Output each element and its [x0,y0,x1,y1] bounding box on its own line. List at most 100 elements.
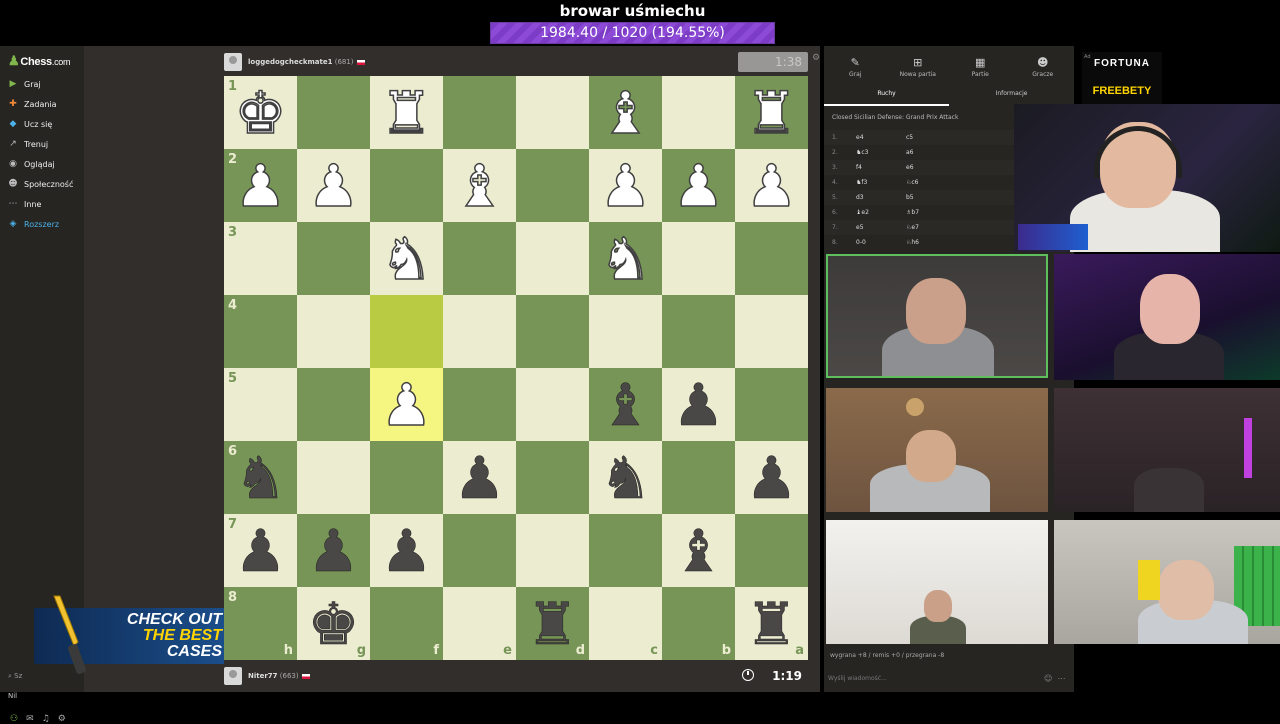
board-square[interactable] [443,222,516,295]
sidebar-item-rozszerz[interactable]: ◈ Rozszerz [8,216,60,232]
board-square[interactable]: 2 ♟ [224,149,297,222]
ad-banner[interactable]: Ad FORTUNA FREEBETY [1082,52,1162,106]
tab-gracze[interactable]: ☻ Gracze [1012,52,1075,86]
board-square[interactable]: 6 ♞ [224,441,297,514]
board-square[interactable]: ♞ [370,222,443,295]
board-square[interactable]: ♟ [297,514,370,587]
board-square[interactable]: 1 ♚ [224,76,297,149]
sidebar-item-graj[interactable]: ▶ Graj [8,76,41,92]
board-square[interactable] [516,76,589,149]
board-square[interactable] [735,368,808,441]
subtab-info[interactable]: Informacje [949,86,1074,106]
black-move[interactable]: a6 [906,149,956,156]
chess-logo[interactable]: ♟Chess.com [8,53,71,69]
messages-icon[interactable]: ✉ [26,714,34,724]
black-move[interactable]: ♘c6 [906,179,956,186]
top-player[interactable]: loggedogcheckmate1 (681) [224,52,365,72]
board-square[interactable]: 7 ♟ [224,514,297,587]
sidebar-item-oglądaj[interactable]: ◉ Oglądaj [8,156,55,172]
board-square[interactable] [297,222,370,295]
board-square[interactable] [370,295,443,368]
white-move[interactable]: e4 [856,134,906,141]
white-pawn-icon[interactable]: ♟ [599,156,653,216]
black-pawn-icon[interactable]: ♟ [453,448,506,507]
board-settings-icon[interactable]: ⚙ [812,53,820,63]
board-square[interactable]: ♟ [370,514,443,587]
tab-partie[interactable]: ▦ Partie [949,52,1012,86]
sidebar-item-trenuj[interactable]: ↗ Trenuj [8,136,48,152]
sidebar-user[interactable]: Nil [8,692,17,700]
board-square[interactable] [516,368,589,441]
board-square[interactable] [370,149,443,222]
board-square[interactable] [662,441,735,514]
board-square[interactable] [297,295,370,368]
board-square[interactable]: ♟ [443,441,516,514]
board-square[interactable] [443,514,516,587]
board-square[interactable]: 5 [224,368,297,441]
board-square[interactable] [443,76,516,149]
black-pawn-icon[interactable]: ♟ [745,448,798,507]
board-square[interactable]: ♟ [735,441,808,514]
board-square[interactable]: ♞ [589,441,662,514]
board-square[interactable]: d ♜ [516,587,589,660]
sidebar-item-ucz-się[interactable]: ◆ Ucz się [8,116,53,132]
tab-graj[interactable]: ✎ Graj [824,52,887,86]
board-square[interactable] [516,295,589,368]
black-move[interactable]: ♘e7 [906,224,956,231]
board-square[interactable]: ♟ [735,149,808,222]
board-square[interactable] [443,368,516,441]
board-square[interactable] [297,76,370,149]
board-square[interactable] [443,295,516,368]
white-pawn-icon[interactable]: ♟ [307,156,361,216]
black-rook-icon[interactable]: ♜ [745,594,798,653]
gear-icon[interactable]: ⚙ [58,714,66,724]
tab-nowa-partia[interactable]: ⊞ Nowa partia [887,52,950,86]
white-rook-icon[interactable]: ♜ [380,83,434,143]
black-knight-icon[interactable]: ♞ [599,448,652,507]
board-square[interactable] [297,368,370,441]
more-icon[interactable]: ⋯ [1057,674,1065,683]
board-square[interactable] [516,149,589,222]
sidebar-item-społeczność[interactable]: ☻ Społeczność [8,176,73,192]
sidebar-item-inne[interactable]: ⋯ Inne [8,196,42,212]
board-square[interactable] [516,514,589,587]
board-square[interactable]: ♝ [589,76,662,149]
white-move[interactable]: 0-0 [856,239,906,246]
black-move[interactable]: ♘h6 [906,239,956,246]
board-square[interactable] [662,295,735,368]
white-move[interactable]: ♞f3 [856,179,906,186]
white-move[interactable]: e5 [856,224,906,231]
bell-icon[interactable]: ♫ [42,714,50,724]
board-square[interactable]: 4 [224,295,297,368]
board-square[interactable] [735,222,808,295]
black-knight-icon[interactable]: ♞ [234,448,287,507]
black-pawn-icon[interactable]: ♟ [234,521,287,580]
board-square[interactable] [297,441,370,514]
board-square[interactable] [662,76,735,149]
board-square[interactable]: 3 [224,222,297,295]
black-bishop-icon[interactable]: ♝ [599,375,652,434]
white-bishop-icon[interactable]: ♝ [453,156,507,216]
white-move[interactable]: ♞c3 [856,149,906,156]
board-square[interactable]: f [370,587,443,660]
chat-input[interactable]: Wyślij wiadomość... [828,672,1068,686]
board-square[interactable]: ♞ [589,222,662,295]
white-move[interactable]: d3 [856,194,906,201]
board-square[interactable]: ♝ [589,368,662,441]
white-rook-icon[interactable]: ♜ [745,83,799,143]
sidebar-item-zadania[interactable]: ✚ Zadania [8,96,56,112]
board-square[interactable] [662,222,735,295]
board-square[interactable] [589,514,662,587]
bottom-player[interactable]: Niter77 (663) [224,666,310,686]
board-square[interactable] [735,295,808,368]
board-square[interactable]: ♝ [443,149,516,222]
black-bishop-icon[interactable]: ♝ [672,521,725,580]
white-pawn-icon[interactable]: ♟ [380,375,434,435]
board-square[interactable]: ♟ [589,149,662,222]
white-king-icon[interactable]: ♚ [234,83,288,143]
board-square[interactable]: e [443,587,516,660]
black-pawn-icon[interactable]: ♟ [307,521,360,580]
white-bishop-icon[interactable]: ♝ [599,83,653,143]
black-pawn-icon[interactable]: ♟ [380,521,433,580]
board-square[interactable]: 8h [224,587,297,660]
